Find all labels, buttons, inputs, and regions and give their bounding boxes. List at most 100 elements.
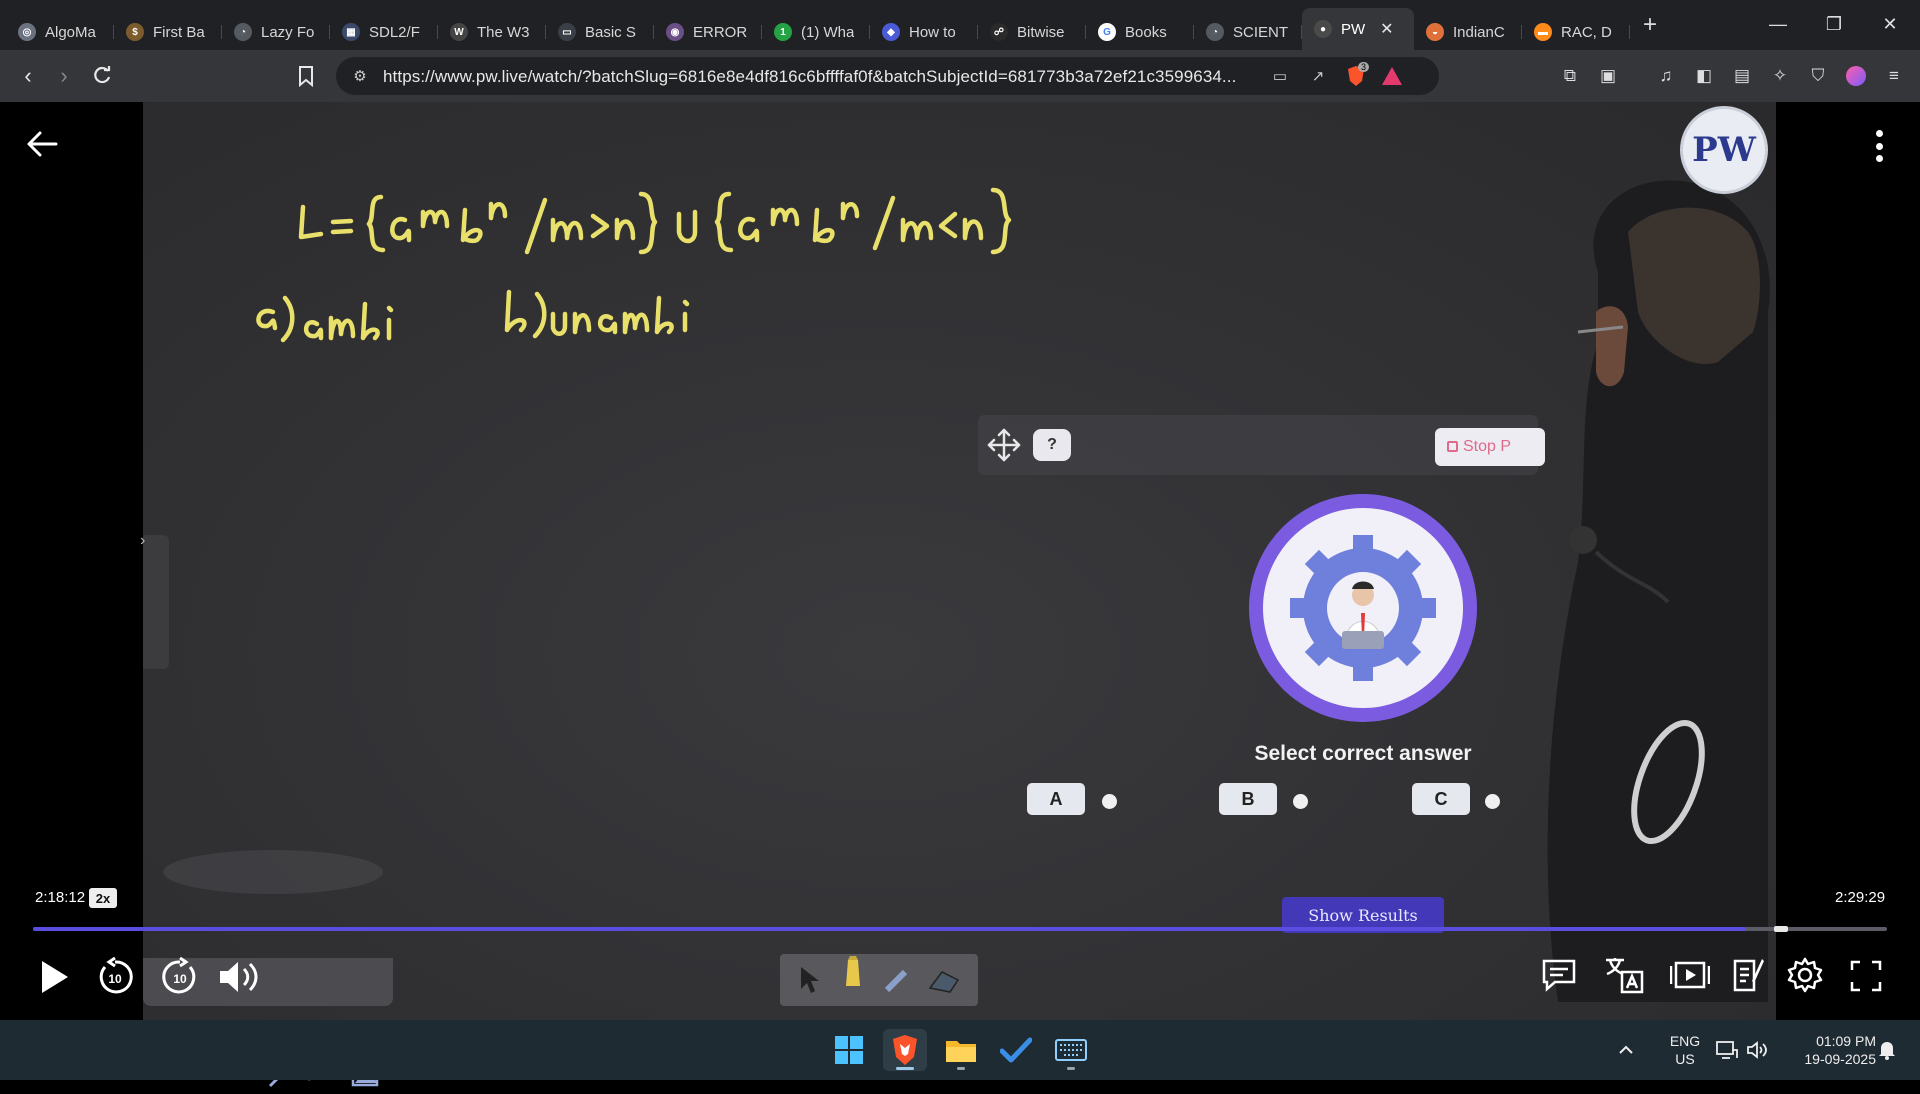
option-a-button[interactable]: A (1027, 783, 1085, 815)
brave-shields-icon[interactable]: 3 (1344, 62, 1370, 88)
forward-icon[interactable]: › (48, 60, 80, 92)
browser-tab[interactable]: G Books (1086, 14, 1194, 50)
progress-thumb[interactable] (1774, 926, 1789, 932)
option-c-button[interactable]: C (1412, 783, 1470, 815)
site-settings-icon[interactable]: ⚙ (348, 64, 372, 88)
browser-tab[interactable]: ☍ Bitwise (978, 14, 1086, 50)
bookmark-icon[interactable] (290, 60, 322, 92)
translate-icon[interactable] (1603, 954, 1645, 996)
option-a-radio[interactable] (1102, 794, 1117, 809)
address-bar[interactable]: ⚙ https://www.pw.live/watch/?batchSlug=6… (336, 57, 1439, 95)
tab-label: Bitwise (1017, 23, 1065, 41)
notes-icon[interactable] (1728, 952, 1768, 996)
tab-label: IndianC (1453, 23, 1505, 41)
browser-tab[interactable]: ◔ Lazy Fo (222, 14, 330, 50)
progress-fill (33, 927, 1747, 931)
menu-icon[interactable]: ≡ (1882, 64, 1906, 88)
minimize-button[interactable]: — (1750, 0, 1806, 48)
sidebar-icon[interactable]: ◧ (1692, 64, 1716, 88)
playlist-icon[interactable] (1668, 954, 1712, 996)
option-c-radio[interactable] (1485, 794, 1500, 809)
tab-favicon-icon: ▭ (558, 23, 576, 41)
clock[interactable]: 01:09 PM 19-09-2025 (1780, 1032, 1876, 1068)
chat-icon[interactable] (1538, 954, 1580, 996)
svg-text:10: 10 (108, 972, 122, 986)
progress-bar[interactable] (33, 926, 1887, 932)
todo-icon[interactable] (994, 1029, 1038, 1071)
reader-icon[interactable]: ▣ (1596, 64, 1620, 88)
tab-favicon-icon: ◔ (234, 23, 252, 41)
tab-favicon-icon: ☍ (990, 23, 1008, 41)
poll-illustration (1249, 494, 1477, 722)
chevron-right-icon[interactable]: › (140, 532, 145, 550)
speaker-icon[interactable] (1740, 1029, 1774, 1071)
reload-icon[interactable] (86, 60, 118, 92)
leo-ai-icon[interactable]: ✧ (1768, 64, 1792, 88)
close-window-button[interactable]: ✕ (1862, 0, 1918, 48)
playback-speed-badge[interactable]: 2x (89, 888, 117, 908)
volume-icon[interactable] (215, 954, 265, 1000)
input-language[interactable]: ENG US (1667, 1032, 1703, 1068)
browser-tab[interactable]: ▭ Basic S (546, 14, 654, 50)
extensions-icon[interactable]: ⧉ (1558, 64, 1582, 88)
vpn-icon[interactable]: ⛉ (1806, 64, 1830, 88)
tab-favicon-icon: ▬ (1534, 23, 1552, 41)
brave-rewards-icon[interactable] (1380, 64, 1404, 88)
pw-logo: PW (1680, 106, 1768, 194)
poll-question: Select correct answer (1254, 742, 1472, 765)
back-icon[interactable]: ‹ (12, 60, 44, 92)
tab-favicon-icon: $ (126, 23, 144, 41)
stop-poll-button[interactable]: Stop P (1435, 428, 1545, 466)
fullscreen-icon[interactable] (1846, 956, 1886, 996)
close-tab-icon[interactable]: ✕ (1380, 19, 1393, 39)
move-icon[interactable] (985, 426, 1023, 464)
highlighter-icon[interactable] (838, 954, 868, 994)
tab-label: SDL2/F (369, 23, 420, 41)
svg-text:10: 10 (173, 972, 187, 986)
windows-start-icon[interactable] (827, 1029, 871, 1071)
new-tab-button[interactable]: + (1630, 7, 1670, 43)
browser-tab[interactable]: W The W3 (438, 14, 546, 50)
browser-tab[interactable]: ▦ SDL2/F (330, 14, 438, 50)
browser-tab[interactable]: ◒ IndianC (1414, 14, 1522, 50)
browser-tab[interactable]: ◆ How to (870, 14, 978, 50)
restore-button[interactable]: ❐ (1806, 0, 1862, 48)
browser-toolbar: ‹ › ⚙ https://www.pw.live/watch/?batchSl… (0, 50, 1920, 102)
play-icon[interactable] (34, 954, 74, 1000)
back-arrow-icon[interactable] (22, 124, 62, 164)
share-icon[interactable]: ↗ (1306, 64, 1330, 88)
keyboard-icon[interactable] (1049, 1029, 1093, 1071)
more-options-icon[interactable] (1866, 126, 1892, 166)
browser-tab[interactable]: ◎ AlgoMa (6, 14, 114, 50)
side-panel-tab[interactable] (143, 535, 169, 669)
profile-icon[interactable] (1844, 64, 1868, 88)
tab-label: Books (1125, 23, 1167, 41)
help-button[interactable]: ? (1033, 429, 1071, 461)
media-icon[interactable]: ♫ (1654, 64, 1678, 88)
file-explorer-icon[interactable] (939, 1029, 983, 1071)
show-hidden-icons-icon[interactable] (1610, 1029, 1642, 1071)
network-icon[interactable] (1710, 1029, 1744, 1071)
browser-tab[interactable]: ● PW ✕ (1302, 8, 1414, 50)
option-b-button[interactable]: B (1219, 783, 1277, 815)
brave-browser-icon[interactable] (883, 1029, 927, 1071)
tab-favicon-icon: ◆ (882, 23, 900, 41)
tab-label: ERROR (693, 23, 748, 41)
option-b-radio[interactable] (1293, 794, 1308, 809)
video-player[interactable]: › PW ? Stop P Select correct answer A B … (0, 102, 1920, 1088)
cast-icon[interactable]: ▭ (1268, 64, 1292, 88)
browser-tab[interactable]: $ First Ba (114, 14, 222, 50)
marker-icon[interactable] (882, 962, 912, 998)
eraser-icon[interactable] (924, 962, 964, 998)
pointer-icon[interactable] (794, 962, 824, 998)
wallet-icon[interactable]: ▤ (1730, 64, 1754, 88)
browser-tab[interactable]: 1 (1) Wha (762, 14, 870, 50)
skip-back-icon[interactable]: 10 (94, 954, 136, 1000)
browser-tab[interactable]: ▬ RAC, D (1522, 14, 1630, 50)
browser-tab[interactable]: ◔ SCIENT (1194, 14, 1302, 50)
skip-forward-icon[interactable]: 10 (159, 954, 201, 1000)
browser-tab[interactable]: ◉ ERROR (654, 14, 762, 50)
settings-gear-icon[interactable] (1784, 954, 1826, 996)
browser-tab-strip: ◎ AlgoMa $ First Ba ◔ Lazy Fo ▦ SDL2/F W The W3 ▭ B… (0, 0, 1920, 50)
notifications-bell-icon[interactable] (1872, 1029, 1902, 1071)
